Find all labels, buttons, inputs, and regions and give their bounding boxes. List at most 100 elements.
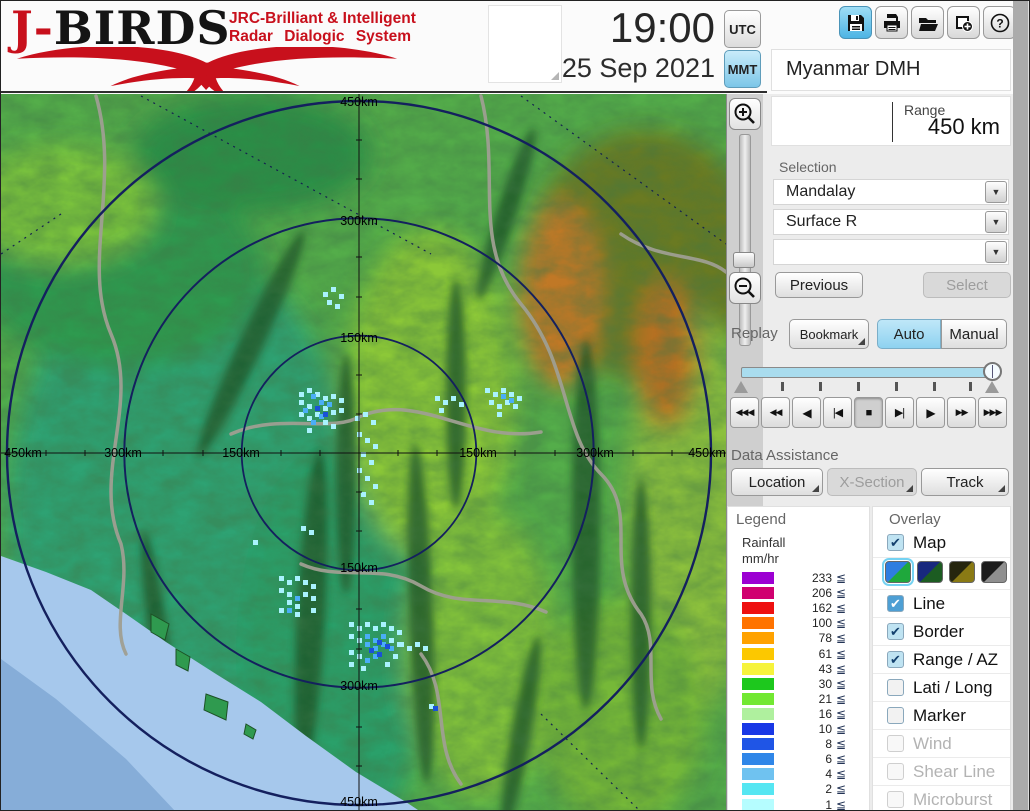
- chevron-down-icon[interactable]: ▼: [985, 211, 1007, 233]
- open-folder-button[interactable]: [911, 6, 944, 39]
- bookmark-button[interactable]: Bookmark: [789, 319, 869, 349]
- auto-mode-button[interactable]: Auto: [877, 319, 941, 349]
- site-dropdown[interactable]: Mandalay ▼: [773, 179, 1009, 205]
- open-folder-icon: [918, 17, 938, 31]
- help-icon: ?: [990, 13, 1009, 32]
- legend-operator: ≦: [836, 631, 847, 646]
- overlay-item-microburst[interactable]: Microburst: [873, 785, 1010, 810]
- svg-text:300km: 300km: [340, 679, 378, 693]
- mmt-button[interactable]: MMT: [724, 50, 761, 88]
- slider-start-marker: [734, 381, 748, 393]
- map-checkbox[interactable]: [887, 534, 904, 551]
- replay-slider-handle[interactable]: [983, 362, 1002, 381]
- overlay-item-wind[interactable]: Wind: [873, 729, 1010, 757]
- stop-button[interactable]: ■: [854, 397, 883, 428]
- legend-color-swatch: [742, 692, 774, 705]
- overlay-item-label: Wind: [913, 734, 952, 753]
- overlay-item-border[interactable]: Border: [873, 617, 1010, 645]
- overlay-title: Overlay: [889, 511, 941, 528]
- svg-text:300km: 300km: [576, 446, 614, 460]
- legend-value: 43: [818, 661, 832, 676]
- print-button[interactable]: [875, 6, 908, 39]
- legend-parameter: Rainfall: [742, 535, 786, 550]
- wind-checkbox[interactable]: [887, 735, 904, 752]
- legend-row: 21 ≦: [728, 692, 871, 707]
- legend-operator: ≦: [836, 661, 847, 676]
- lati-long-checkbox[interactable]: [887, 679, 904, 696]
- map-theme-blue-green[interactable]: [882, 558, 914, 586]
- overlay-item-label: Lati / Long: [913, 678, 993, 697]
- rewind-fast-button[interactable]: ◀◀: [761, 397, 790, 428]
- add-image-button[interactable]: [947, 6, 980, 39]
- overlay-item-shear-line[interactable]: Shear Line: [873, 757, 1010, 785]
- radar-map[interactable]: 450km 300km 150km 150km 300km 450km 450k…: [1, 94, 761, 811]
- legend-operator: ≦: [836, 601, 847, 616]
- zoom-in-button[interactable]: [729, 98, 761, 130]
- legend-row: 4 ≦: [728, 767, 871, 782]
- range-divider: [892, 102, 893, 142]
- track-button-label: Track: [946, 473, 984, 491]
- location-button[interactable]: Location: [731, 468, 823, 496]
- product-dropdown[interactable]: Surface R ▼: [773, 209, 1009, 235]
- help-button[interactable]: ?: [983, 6, 1016, 39]
- step-forward-button[interactable]: ▶|: [885, 397, 914, 428]
- line-checkbox[interactable]: [887, 595, 904, 612]
- overlay-item-lati-long[interactable]: Lati / Long: [873, 673, 1010, 701]
- replay-slider-track[interactable]: [741, 367, 991, 378]
- selection-label: Selection: [779, 159, 837, 175]
- microburst-checkbox[interactable]: [887, 791, 904, 808]
- range-az-checkbox[interactable]: [887, 651, 904, 668]
- save-button[interactable]: [839, 6, 872, 39]
- border-checkbox[interactable]: [887, 623, 904, 640]
- utc-button[interactable]: UTC: [724, 10, 761, 48]
- overlay-item-label: Microburst: [913, 790, 993, 809]
- legend-color-swatch: [742, 783, 774, 796]
- legend-row: 162 ≦: [728, 601, 871, 616]
- select-button[interactable]: Select: [923, 272, 1011, 298]
- map-theme-black-grey[interactable]: [981, 561, 1007, 583]
- slider-tick: [969, 382, 972, 391]
- manual-mode-button[interactable]: Manual: [941, 319, 1007, 349]
- overlay-item-line[interactable]: Line: [873, 589, 1010, 617]
- zoom-slider-track[interactable]: [739, 134, 751, 346]
- map-theme-navy-darkgreen[interactable]: [917, 561, 943, 583]
- radar-map-area[interactable]: 450km 300km 150km 150km 300km 450km 450k…: [1, 94, 761, 811]
- legend-color-swatch: [742, 617, 774, 630]
- overlay-item-label: Border: [913, 622, 965, 641]
- chevron-down-icon[interactable]: ▼: [985, 181, 1007, 203]
- shear-line-checkbox[interactable]: [887, 763, 904, 780]
- svg-text:450km: 450km: [340, 95, 378, 109]
- overlay-item-map[interactable]: Map: [873, 529, 1010, 557]
- legend-row: 10 ≦: [728, 722, 871, 737]
- legend-operator: ≦: [836, 782, 847, 797]
- legend-value: 233: [811, 571, 832, 585]
- save-icon: [847, 14, 864, 31]
- legend-color-swatch: [742, 707, 774, 720]
- print-icon: [883, 13, 900, 31]
- overlay-item-range-az[interactable]: Range / AZ: [873, 645, 1010, 673]
- step-back-button[interactable]: |◀: [823, 397, 852, 428]
- map-theme-row: [873, 557, 1010, 587]
- marker-checkbox[interactable]: [887, 707, 904, 724]
- play-reverse-button[interactable]: ◀: [792, 397, 821, 428]
- previous-button[interactable]: Previous: [775, 272, 863, 298]
- x-section-button[interactable]: X-Section: [827, 468, 917, 496]
- legend-color-swatch: [742, 723, 774, 735]
- play-button[interactable]: ▶: [916, 397, 945, 428]
- track-button[interactable]: Track: [921, 468, 1009, 496]
- chevron-down-icon[interactable]: ▼: [985, 241, 1007, 263]
- forward-fastest-button[interactable]: ▶▶▶: [978, 397, 1007, 428]
- map-theme-black-olive[interactable]: [949, 561, 975, 583]
- zoom-out-button[interactable]: [729, 272, 761, 304]
- legend-color-swatch: [742, 768, 774, 781]
- zoom-slider-handle[interactable]: [733, 252, 755, 268]
- slider-tick: [781, 382, 784, 391]
- overlay-item-marker[interactable]: Marker: [873, 701, 1010, 729]
- rewind-fastest-button[interactable]: ◀◀◀: [730, 397, 759, 428]
- legend-row: 100 ≦: [728, 616, 871, 631]
- extra-dropdown[interactable]: ▼: [773, 239, 1009, 265]
- right-edge-strip: [1013, 1, 1029, 810]
- zoom-out-icon: [734, 277, 755, 298]
- forward-fast-button[interactable]: ▶▶: [947, 397, 976, 428]
- range-box: Range 450 km: [771, 96, 1011, 146]
